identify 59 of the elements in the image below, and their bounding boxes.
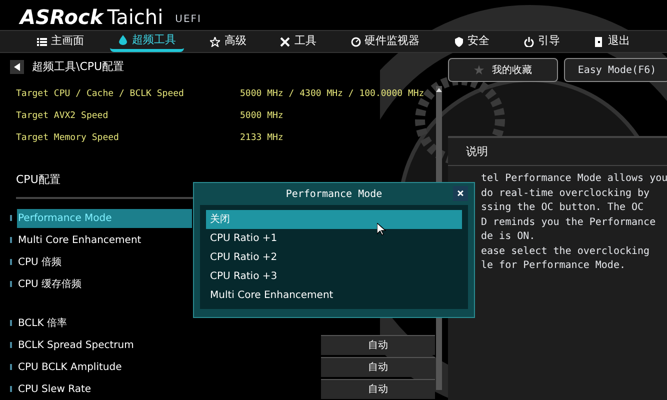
mouse-cursor-icon bbox=[377, 223, 386, 236]
nav-tab[interactable]: 高级 bbox=[202, 31, 254, 52]
option-item[interactable]: Multi Core Enhancement bbox=[206, 286, 462, 305]
description-text: le for Performance Mode. bbox=[481, 259, 626, 273]
list-icon bbox=[37, 36, 48, 46]
info-label: Target Memory Speed bbox=[16, 132, 120, 146]
setting-item[interactable]: BCLK Spread Spectrum bbox=[17, 336, 192, 354]
description-text: ssing the OC button. The OC bbox=[481, 201, 645, 215]
dialog-title: Performance Mode bbox=[286, 188, 382, 202]
description-text: tel Performance Mode allows you bbox=[481, 172, 667, 186]
brand-logo: ASRock bbox=[20, 7, 104, 27]
nav-tab[interactable]: 主画面 bbox=[29, 31, 92, 52]
nav-tab[interactable]: 工具 bbox=[272, 31, 324, 52]
description-text: de is ON. bbox=[481, 230, 536, 244]
info-label: Target AVX2 Speed bbox=[16, 110, 110, 124]
star-icon bbox=[210, 36, 220, 46]
setting-item[interactable]: CPU Slew Rate bbox=[17, 380, 192, 398]
description-text: ease select the overclocking bbox=[481, 244, 651, 258]
option-item[interactable]: CPU Ratio +3 bbox=[206, 267, 462, 286]
section-title: CPU配置 bbox=[15, 172, 62, 188]
setting-item[interactable]: Multi Core Enhancement bbox=[17, 230, 192, 250]
nav-tab[interactable]: 安全 bbox=[446, 31, 498, 52]
setting-item[interactable]: CPU BCLK Amplitude bbox=[17, 358, 192, 376]
setting-item[interactable]: BCLK 倍率 bbox=[17, 314, 192, 332]
favorites-button[interactable]: 我的收藏 bbox=[448, 58, 558, 82]
droplet-icon bbox=[118, 35, 128, 45]
close-button[interactable]: × bbox=[453, 186, 468, 201]
info-value: 5000 MHz / 4300 MHz / 100.0000 MHz bbox=[240, 88, 424, 102]
gauge-icon bbox=[350, 36, 361, 46]
setting-item[interactable]: Performance Mode bbox=[17, 208, 192, 228]
power-icon bbox=[524, 36, 534, 46]
nav-tab[interactable]: 硬件监视器 bbox=[342, 31, 428, 52]
info-value: 5000 MHz bbox=[240, 110, 284, 124]
left-triangle-icon bbox=[14, 63, 20, 71]
door-icon bbox=[594, 36, 604, 46]
shield-icon bbox=[454, 36, 464, 46]
easy-mode-button[interactable]: Easy Mode(F6) bbox=[564, 58, 667, 82]
breadcrumb: 超频工具\CPU配置 bbox=[32, 58, 124, 75]
nav-tab[interactable]: 超频工具 bbox=[110, 31, 184, 52]
uefi-label: UEFI bbox=[175, 13, 202, 27]
setting-item[interactable]: CPU 倍频 bbox=[17, 252, 192, 272]
product-name: Taichi bbox=[107, 7, 164, 27]
info-value: 2133 MHz bbox=[240, 132, 284, 146]
nav-tab[interactable]: 引导 bbox=[516, 31, 568, 52]
value-dropdown[interactable]: 自动 bbox=[321, 357, 435, 377]
setting-item[interactable]: CPU 缓存倍频 bbox=[17, 274, 192, 294]
option-item[interactable]: CPU Ratio +2 bbox=[206, 248, 462, 267]
info-label: Target CPU / Cache / BCLK Speed bbox=[16, 88, 185, 102]
value-dropdown[interactable]: 自动 bbox=[321, 335, 435, 355]
star-icon bbox=[474, 65, 484, 75]
back-button[interactable] bbox=[10, 60, 24, 74]
description-text: do real-time overclocking by bbox=[481, 186, 651, 200]
option-item[interactable]: 关闭 bbox=[206, 210, 462, 229]
value-dropdown[interactable]: 自动 bbox=[321, 379, 435, 399]
option-item[interactable]: CPU Ratio +1 bbox=[206, 229, 462, 248]
description-text: D reminds you the Performance bbox=[481, 216, 657, 230]
up-arrow-icon bbox=[436, 88, 442, 92]
description-title: 说明 bbox=[448, 138, 667, 166]
nav-tab[interactable]: 退出 bbox=[586, 31, 638, 52]
